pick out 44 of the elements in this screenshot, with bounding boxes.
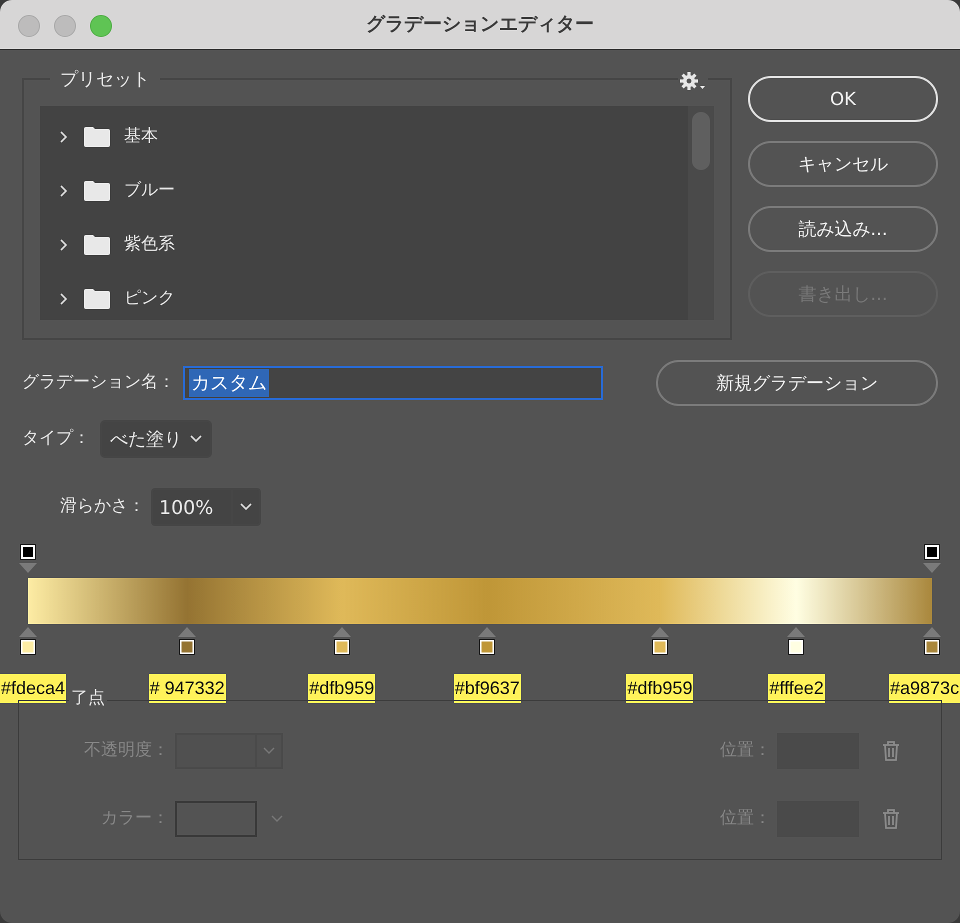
hex-code-label: #dfb959 (626, 674, 694, 703)
dialog-button[interactable]: 読み込み... (748, 206, 938, 252)
preset-folder-name[interactable]: 基本 (124, 124, 158, 150)
chevron-icon (263, 747, 276, 755)
chevron-icon (271, 815, 283, 823)
hex-code-label: #fdeca4 (0, 674, 66, 703)
hex-code-label: #fffee2 (768, 674, 825, 703)
folder-icon (84, 235, 110, 255)
chevron-icon (240, 503, 252, 511)
chevron-icon (190, 435, 202, 443)
color-stop[interactable] (18, 626, 38, 658)
gradient-name-field[interactable]: カスタム (183, 366, 603, 400)
scrollbar[interactable] (688, 106, 714, 320)
collapsed-chevron-icon[interactable] (58, 239, 70, 251)
color-stop[interactable] (332, 626, 352, 658)
opacity-field[interactable] (175, 733, 283, 769)
folder-icon (84, 181, 110, 201)
type-label: タイプ： (22, 427, 90, 450)
folder-icon (84, 127, 110, 147)
dialog-button[interactable]: キャンセル (748, 141, 938, 187)
preset-folder-name[interactable]: 紫色系 (124, 232, 175, 258)
color-stop[interactable] (922, 626, 942, 658)
hex-code-label: #dfb959 (308, 674, 376, 703)
preset-folder-name[interactable]: ブルー (124, 178, 175, 204)
dialog-button[interactable]: OK (748, 76, 938, 122)
preset-folder-name[interactable]: ピンク (124, 286, 175, 312)
color-stop[interactable] (177, 626, 198, 658)
folder-icon (84, 289, 110, 309)
color-stop[interactable] (786, 626, 806, 658)
collapsed-chevron-icon[interactable] (58, 131, 70, 143)
hex-code-label: #bf9637 (454, 674, 521, 703)
smoothness-field[interactable]: 100% (151, 488, 261, 526)
smoothness-label: 滑らかさ： (60, 495, 145, 518)
type-dropdown[interactable]: べた塗り (100, 420, 212, 458)
color-stop[interactable] (650, 626, 670, 658)
color-swatch[interactable] (175, 801, 257, 837)
color-stop[interactable] (477, 626, 498, 658)
hex-code-label: #a9873c (889, 674, 960, 703)
collapsed-chevron-icon[interactable] (58, 293, 70, 305)
collapsed-chevron-icon[interactable] (58, 185, 70, 197)
gradient-name-label: グラデーション名： (22, 371, 175, 394)
hex-code-label: # 947332 (148, 674, 226, 703)
window-title: グラデーションエディター (366, 12, 594, 38)
new-gradient-button[interactable]: 新規グラデーション (656, 360, 938, 406)
